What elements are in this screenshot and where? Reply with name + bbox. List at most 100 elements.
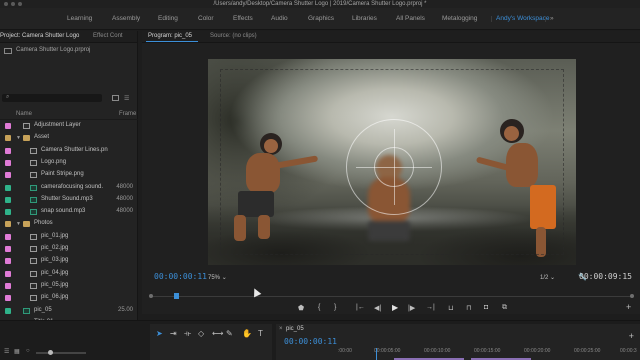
label-color-chip[interactable] bbox=[5, 295, 11, 302]
workspace-audio[interactable]: Audio bbox=[271, 15, 288, 22]
timeline-playhead[interactable] bbox=[376, 348, 377, 360]
tab-effect-controls[interactable]: Effect Cont bbox=[93, 33, 123, 39]
razor-icon[interactable]: ◇ bbox=[198, 329, 204, 338]
icon-view-icon[interactable]: ▦ bbox=[14, 348, 20, 355]
label-color-chip[interactable] bbox=[5, 221, 11, 228]
marker-icon[interactable]: ⬟ bbox=[298, 304, 304, 312]
workspace-color[interactable]: Color bbox=[198, 15, 214, 22]
workspace-learning[interactable]: Learning bbox=[67, 15, 92, 22]
new-bin-icon[interactable] bbox=[112, 95, 119, 101]
thumbnail-size-slider[interactable] bbox=[36, 352, 86, 354]
list-view-icon[interactable]: ☰ bbox=[4, 348, 9, 355]
project-item[interactable]: pic_04.jpg bbox=[0, 268, 138, 280]
column-frame-rate[interactable]: Frame bbox=[119, 111, 136, 117]
project-item[interactable]: Logo.png bbox=[0, 157, 138, 169]
project-search-input[interactable]: ⌕ bbox=[2, 94, 102, 102]
workspace-andys[interactable]: Andy's Workspace bbox=[496, 15, 550, 22]
timeline-timecode[interactable]: 00:00:00:11 bbox=[284, 337, 337, 346]
playback-resolution-select[interactable]: 1/2 ⌄ bbox=[540, 274, 555, 281]
out-point-icon[interactable]: } bbox=[334, 304, 336, 311]
close-window-icon[interactable] bbox=[4, 2, 8, 6]
disclosure-triangle-icon[interactable]: ▼ bbox=[16, 135, 21, 141]
add-button-icon[interactable]: + bbox=[626, 302, 631, 312]
sequence-tab[interactable]: pic_05 bbox=[286, 326, 304, 332]
project-item[interactable]: Paint Stripe.png bbox=[0, 169, 138, 181]
pen-icon[interactable]: ✎ bbox=[226, 329, 233, 338]
workspace-graphics[interactable]: Graphics bbox=[308, 15, 334, 22]
project-bin[interactable]: ▼ Photos bbox=[0, 218, 138, 230]
thumbnail-size-knob[interactable] bbox=[48, 350, 53, 355]
label-color-chip[interactable] bbox=[5, 172, 11, 179]
project-view-controls: ☰ ▦ ○ bbox=[0, 345, 140, 360]
workspace-libraries[interactable]: Libraries bbox=[352, 15, 377, 22]
project-item[interactable]: pic_05 25.00 bbox=[0, 305, 138, 317]
go-to-in-icon[interactable]: |← bbox=[356, 304, 365, 311]
zoom-scroll-right-handle[interactable] bbox=[630, 294, 634, 298]
project-item[interactable]: pic_06.jpg bbox=[0, 292, 138, 304]
zoom-scroll-left-handle[interactable] bbox=[149, 294, 153, 298]
label-color-chip[interactable] bbox=[5, 307, 11, 314]
lift-icon[interactable]: ⊔ bbox=[448, 304, 453, 312]
column-name[interactable]: Name bbox=[16, 111, 32, 117]
workspace-editing[interactable]: Editing bbox=[158, 15, 178, 22]
label-color-chip[interactable] bbox=[5, 123, 11, 129]
zoom-level-select[interactable]: 75% ⌄ bbox=[208, 274, 227, 281]
workspace-all-panels[interactable]: All Panels bbox=[396, 15, 425, 22]
minimize-window-icon[interactable] bbox=[11, 2, 15, 6]
project-item[interactable]: pic_01.jpg bbox=[0, 231, 138, 243]
project-item[interactable]: Shutter Sound.mp3 48000 bbox=[0, 194, 138, 206]
list-view-icon[interactable]: ☰ bbox=[124, 95, 129, 102]
add-button-icon[interactable]: + bbox=[629, 331, 634, 341]
track-select-icon[interactable]: ⇥ bbox=[170, 329, 177, 338]
label-color-chip[interactable] bbox=[5, 258, 11, 265]
label-color-chip[interactable] bbox=[5, 184, 11, 191]
disclosure-triangle-icon[interactable]: ▼ bbox=[16, 221, 21, 227]
project-item[interactable]: Adjustment Layer bbox=[0, 120, 138, 132]
step-back-icon[interactable]: ◀| bbox=[374, 304, 381, 312]
label-color-chip[interactable] bbox=[5, 233, 11, 240]
project-item[interactable]: camerafocusing sound. 48000 bbox=[0, 182, 138, 194]
label-color-chip[interactable] bbox=[5, 209, 11, 216]
tab-program[interactable]: Program: pic_05 bbox=[148, 33, 192, 39]
project-bin[interactable]: ▼ Asset bbox=[0, 132, 138, 144]
comparison-icon[interactable]: ⧉ bbox=[502, 304, 507, 312]
workspace-overflow-icon[interactable]: » bbox=[550, 15, 554, 22]
export-frame-icon[interactable]: ◘ bbox=[484, 304, 488, 311]
playhead[interactable] bbox=[174, 293, 179, 299]
project-item[interactable]: pic_02.jpg bbox=[0, 243, 138, 255]
label-color-chip[interactable] bbox=[5, 282, 11, 289]
project-item[interactable]: pic_05.jpg bbox=[0, 280, 138, 292]
tools-panel: ➤ ⇥ ⟛ ◇ ⟷ ✎ ✋ T bbox=[150, 324, 272, 360]
go-to-out-icon[interactable]: →| bbox=[426, 304, 435, 311]
tab-source[interactable]: Source: (no clips) bbox=[210, 33, 257, 39]
slip-icon[interactable]: ⟷ bbox=[212, 329, 223, 338]
program-current-timecode[interactable]: 00:00:00:11 bbox=[154, 272, 207, 281]
close-sequence-icon[interactable]: × bbox=[279, 326, 283, 332]
video-frame[interactable] bbox=[208, 59, 576, 265]
program-time-ruler[interactable] bbox=[149, 293, 634, 299]
label-color-chip[interactable] bbox=[5, 135, 11, 142]
in-point-icon[interactable]: { bbox=[318, 304, 320, 311]
play-icon[interactable]: ▶ bbox=[392, 303, 398, 312]
zoom-window-icon[interactable] bbox=[18, 2, 22, 6]
type-icon[interactable]: T bbox=[258, 329, 263, 338]
hand-icon[interactable]: ✋ bbox=[242, 329, 252, 338]
workspace-divider bbox=[545, 16, 546, 22]
label-color-chip[interactable] bbox=[5, 270, 11, 277]
extract-icon[interactable]: ⊓ bbox=[466, 304, 471, 312]
ripple-edit-icon[interactable]: ⟛ bbox=[184, 329, 191, 339]
workspace-assembly[interactable]: Assembly bbox=[112, 15, 140, 22]
project-item[interactable]: Camera Shutter Lines.pn bbox=[0, 145, 138, 157]
project-item[interactable]: snap sound.mp3 48000 bbox=[0, 206, 138, 218]
step-forward-icon[interactable]: |▶ bbox=[408, 304, 415, 312]
project-item[interactable]: pic_03.jpg bbox=[0, 255, 138, 267]
label-color-chip[interactable] bbox=[5, 196, 11, 203]
selection-tool-icon[interactable]: ➤ bbox=[156, 329, 163, 338]
label-color-chip[interactable] bbox=[5, 246, 11, 252]
zoom-out-icon[interactable]: ○ bbox=[26, 348, 30, 354]
workspace-effects[interactable]: Effects bbox=[233, 15, 253, 22]
tab-project[interactable]: Project: Camera Shutter Logo bbox=[0, 33, 79, 39]
label-color-chip[interactable] bbox=[5, 159, 11, 166]
label-color-chip[interactable] bbox=[5, 147, 11, 154]
workspace-metalogging[interactable]: Metalogging bbox=[442, 15, 477, 22]
